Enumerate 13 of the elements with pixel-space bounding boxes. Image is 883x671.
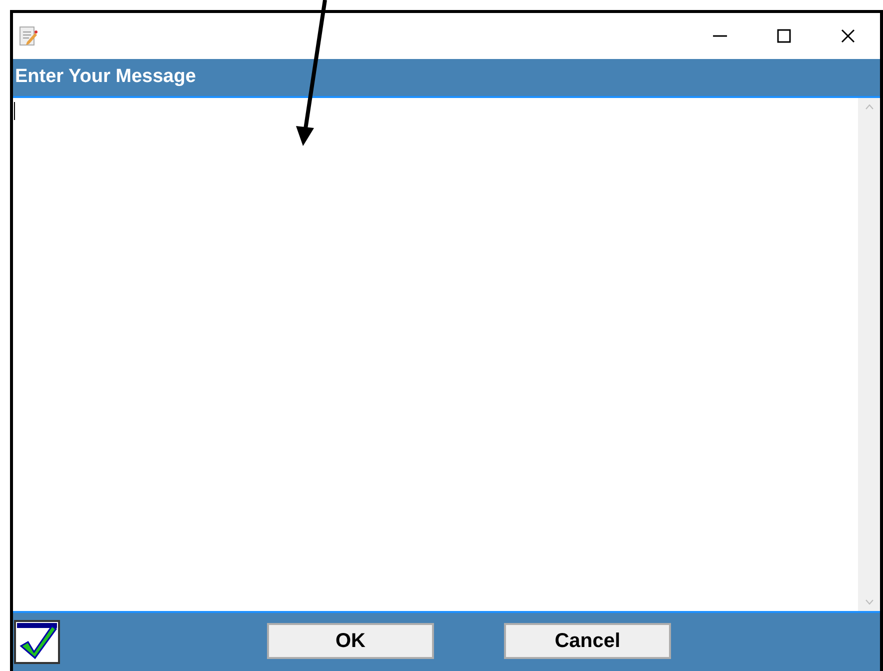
dialog-button[interactable]: OK [267,623,434,659]
message-field[interactable] [13,98,880,611]
scroll-down-icon[interactable] [864,599,874,605]
text-caret [14,102,15,120]
checkmark-icon [14,620,60,664]
scrollbar[interactable] [858,98,880,611]
scroll-up-icon[interactable] [864,104,874,110]
minimize-icon[interactable] [713,35,727,37]
close-icon[interactable] [841,29,855,43]
maximize-icon[interactable] [777,29,791,43]
header-title: Enter Your Message [15,65,196,90]
dialog-button[interactable]: Cancel [504,623,671,659]
notepad-icon [17,25,39,47]
